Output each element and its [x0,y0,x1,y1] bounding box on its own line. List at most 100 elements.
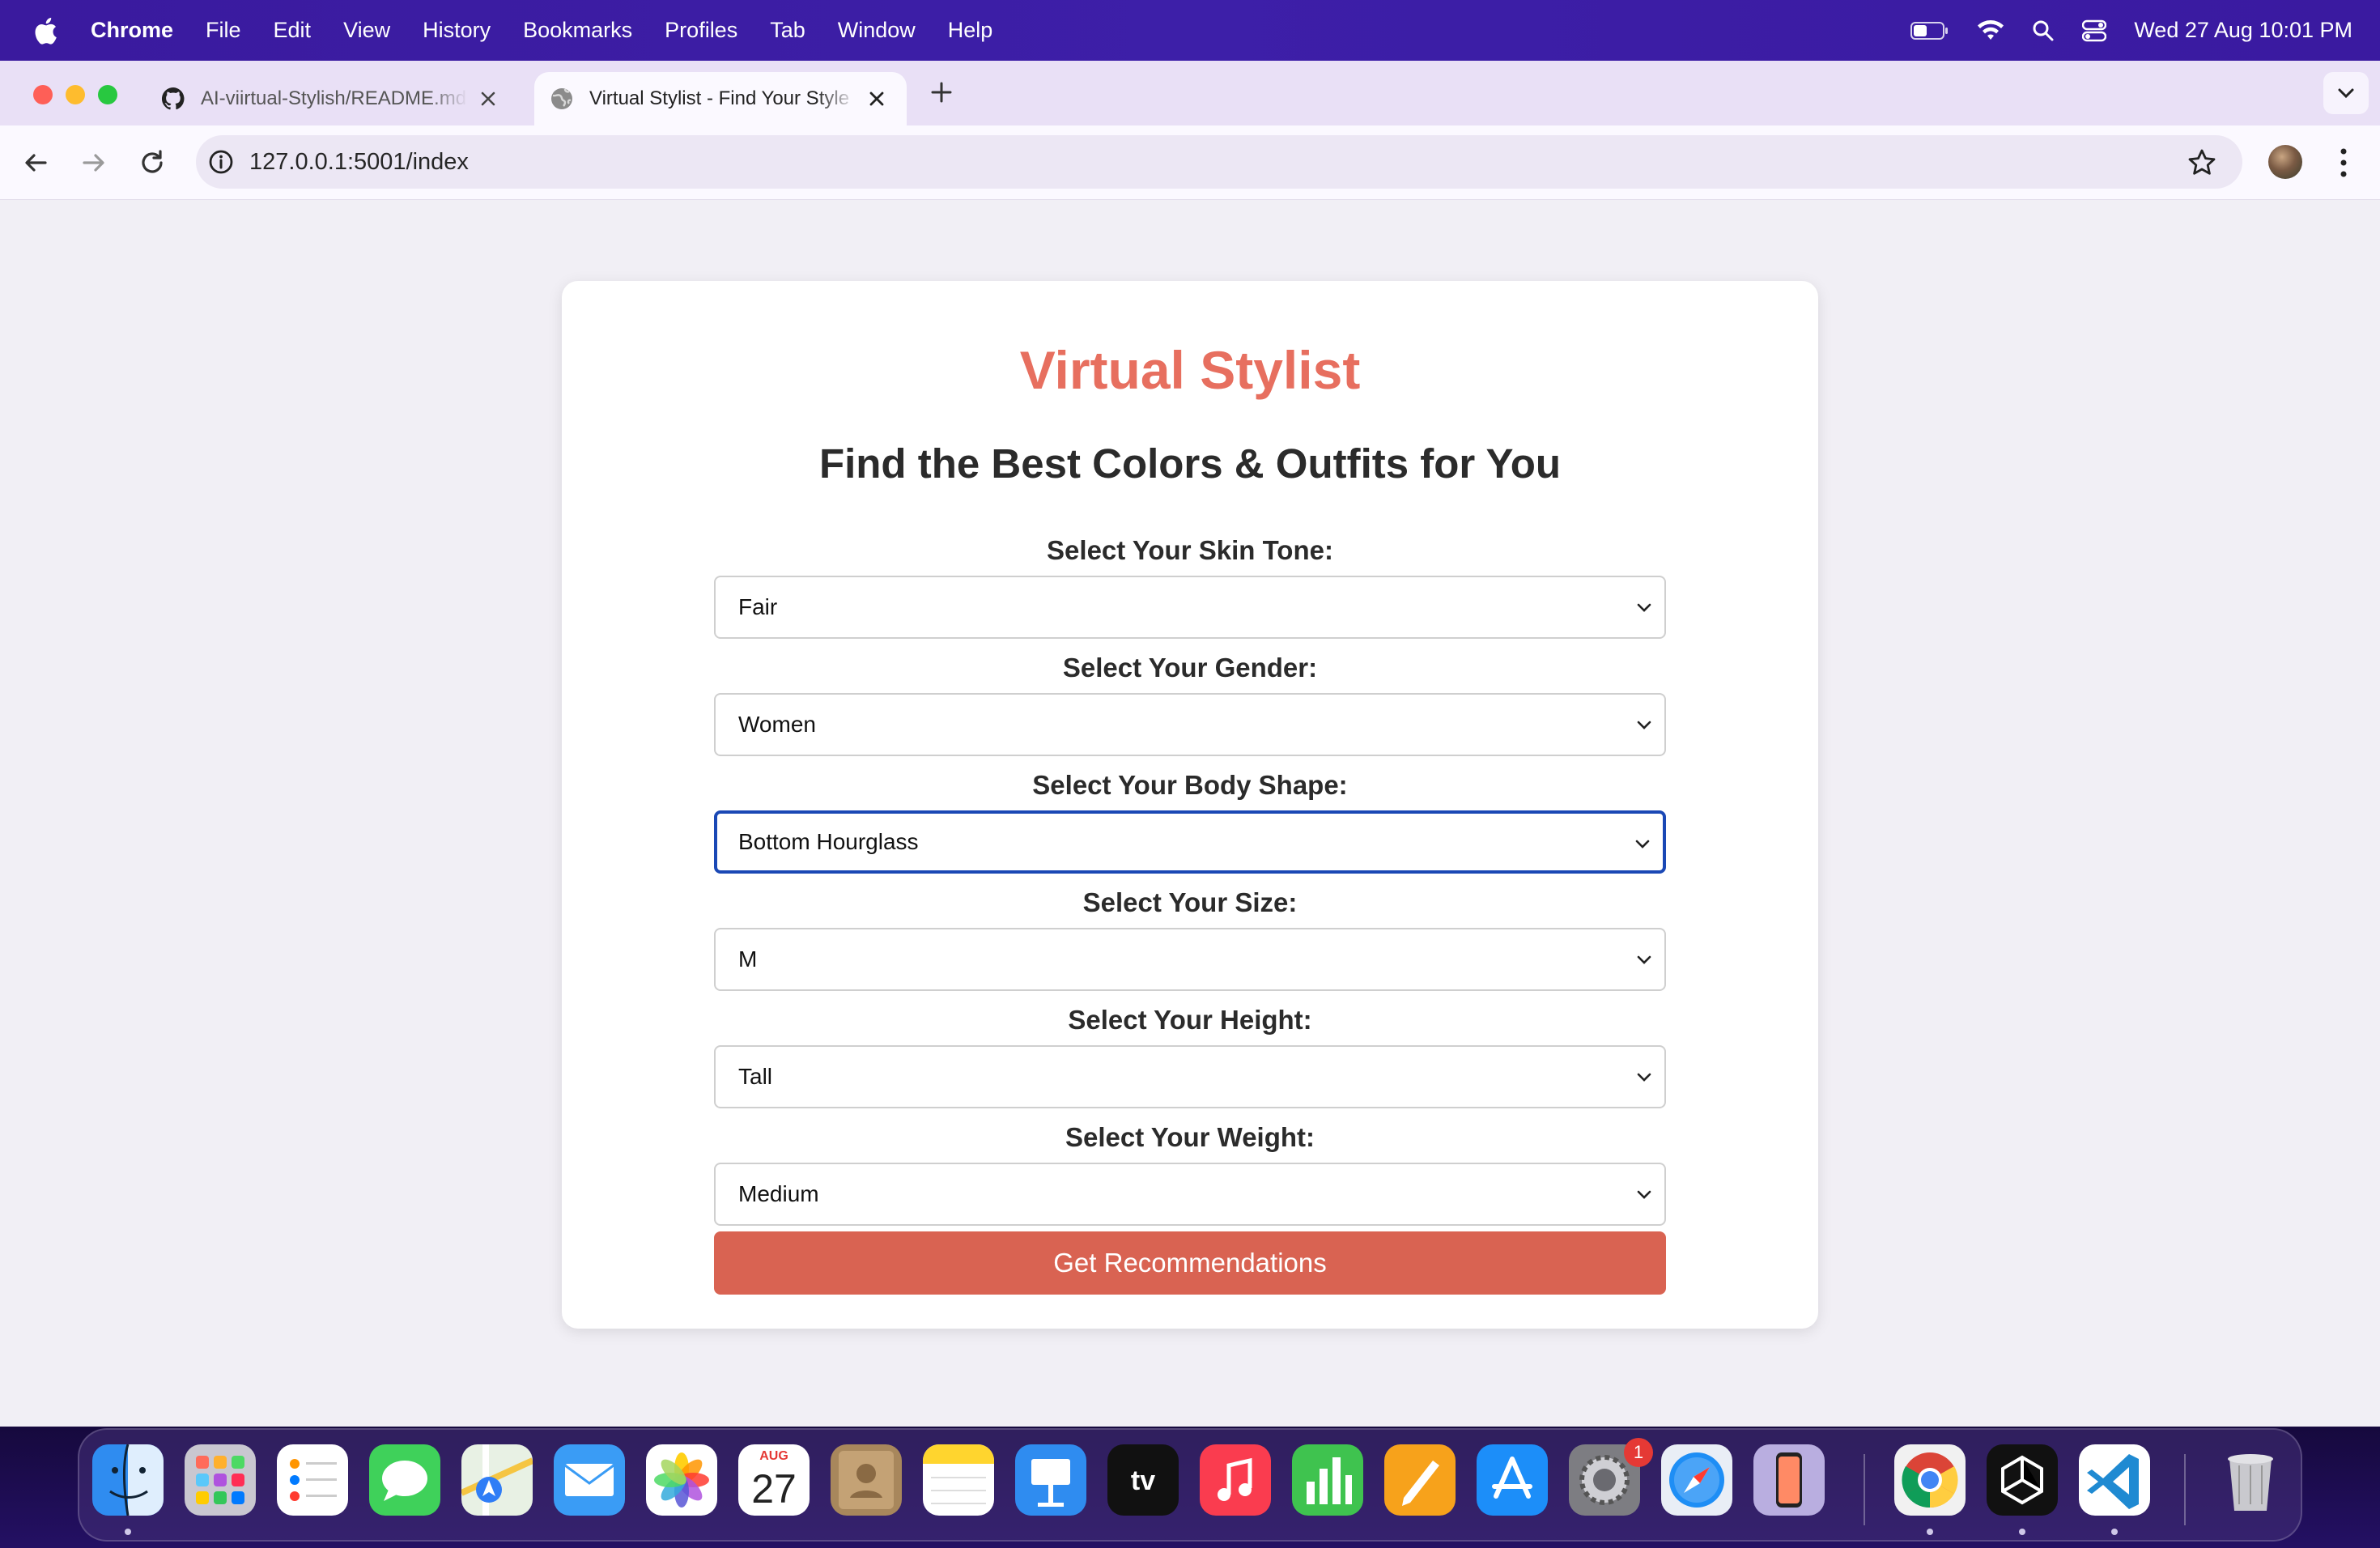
menu-window[interactable]: Window [838,18,916,43]
close-tab-icon[interactable] [866,88,887,109]
numbers-icon[interactable] [1292,1444,1363,1516]
running-indicator [2111,1529,2118,1535]
dock-separator [1864,1454,1865,1525]
address-bar[interactable]: 127.0.0.1:5001/index [196,135,2242,189]
size-value: M [738,946,758,972]
chevron-down-icon [1637,955,1651,964]
calendar-month: AUG [759,1449,788,1463]
bookmark-star-icon[interactable] [2187,148,2216,177]
apple-logo-icon[interactable] [31,15,58,46]
menu-profiles[interactable]: Profiles [665,18,737,43]
menu-history[interactable]: History [423,18,491,43]
profile-avatar[interactable] [2268,145,2302,179]
body-shape-value: Bottom Hourglass [738,829,919,854]
body-shape-select[interactable]: Bottom Hourglass [714,810,1666,874]
chevron-down-icon [1637,603,1651,612]
gender-select[interactable]: Women [714,693,1666,756]
notification-badge: 1 [1624,1438,1653,1467]
zoom-window-button[interactable] [98,85,117,104]
tab-title: AI-viirtual-Stylish/README.md [201,87,467,109]
tab-title: Virtual Stylist - Find Your Style [589,87,850,109]
menu-view[interactable]: View [343,18,390,43]
minimize-window-button[interactable] [66,85,85,104]
size-label: Select Your Size: [1082,887,1298,917]
globe-icon [551,88,572,109]
spotlight-search-icon[interactable] [2032,19,2055,42]
gender-value: Women [738,712,816,737]
skin-tone-select[interactable]: Fair [714,576,1666,639]
running-indicator [2019,1529,2025,1535]
site-info-icon[interactable] [207,148,235,176]
tab-readme[interactable]: AI-viirtual-Stylish/README.md [146,72,518,125]
chevron-down-icon [1637,1190,1651,1199]
pages-icon[interactable] [1384,1444,1456,1516]
menu-bar-clock[interactable]: Wed 27 Aug 10:01 PM [2134,18,2352,43]
browser-toolbar: 127.0.0.1:5001/index [0,125,2380,200]
running-indicator [125,1529,131,1535]
launchpad-icon[interactable] [185,1444,256,1516]
running-indicator [1927,1529,1933,1535]
close-tab-icon[interactable] [478,88,499,109]
music-icon[interactable] [1200,1444,1271,1516]
contacts-icon[interactable] [831,1444,902,1516]
calendar-day: 27 [751,1466,797,1512]
menu-edit[interactable]: Edit [274,18,312,43]
vscode-icon[interactable] [2079,1444,2150,1516]
get-recommendations-button[interactable]: Get Recommendations [714,1231,1666,1295]
height-select[interactable]: Tall [714,1045,1666,1108]
tab-strip: AI-viirtual-Stylish/README.md Virtual St… [0,61,2380,125]
weight-value: Medium [738,1181,819,1206]
wifi-icon[interactable] [1977,19,2004,41]
chevron-down-icon [1635,840,1650,848]
stylist-form-card: Virtual Stylist Find the Best Colors & O… [562,281,1818,1329]
chevron-down-icon [1637,1073,1651,1082]
maps-icon[interactable] [461,1444,533,1516]
finder-icon[interactable] [92,1444,164,1516]
mail-icon[interactable] [554,1444,625,1516]
photos-icon[interactable] [646,1444,717,1516]
body-shape-label: Select Your Body Shape: [1032,770,1348,800]
skin-tone-label: Select Your Skin Tone: [1047,535,1333,565]
notes-icon[interactable] [923,1444,994,1516]
skin-tone-value: Fair [738,594,778,619]
trash-icon[interactable] [2215,1444,2286,1516]
macos-menu-bar: Chrome File Edit View History Bookmarks … [0,0,2380,61]
reminders-icon[interactable] [277,1444,348,1516]
page-viewport: Virtual Stylist Find the Best Colors & O… [0,200,2380,1427]
tab-virtual-stylist[interactable]: Virtual Stylist - Find Your Style [534,72,907,125]
control-center-icon[interactable] [2082,19,2107,42]
new-tab-plus-icon[interactable] [929,80,954,104]
url-text: 127.0.0.1:5001/index [249,148,469,175]
size-select[interactable]: M [714,928,1666,991]
menu-bookmarks[interactable]: Bookmarks [523,18,632,43]
forward-arrow-icon[interactable] [78,147,110,179]
menu-file[interactable]: File [206,18,241,43]
apple-tv-label: tv [1130,1465,1156,1496]
close-window-button[interactable] [33,85,53,104]
calendar-icon[interactable]: AUG 27 [738,1444,810,1516]
page-subtitle: Find the Best Colors & Outfits for You [818,440,1562,487]
messages-icon[interactable] [369,1444,440,1516]
weight-select[interactable]: Medium [714,1163,1666,1226]
tab-search-button[interactable] [2323,72,2369,114]
keynote-icon[interactable] [1015,1444,1086,1516]
iphone-mirroring-icon[interactable] [1753,1444,1825,1516]
chrome-icon[interactable] [1894,1444,1966,1516]
height-label: Select Your Height: [1068,1005,1312,1035]
chrome-window: AI-viirtual-Stylish/README.md Virtual St… [0,61,2380,1427]
page-title: Virtual Stylist [1019,340,1361,400]
reload-icon[interactable] [136,147,168,179]
menu-help[interactable]: Help [948,18,993,43]
menu-app-name[interactable]: Chrome [91,18,173,43]
gender-label: Select Your Gender: [1062,653,1318,683]
battery-icon[interactable] [1910,21,1949,40]
back-arrow-icon[interactable] [19,147,52,179]
apple-tv-icon[interactable]: tv [1107,1444,1179,1516]
unity-icon[interactable] [1987,1444,2058,1516]
dock-separator [2184,1454,2186,1525]
more-options-icon[interactable] [2331,143,2356,182]
app-store-icon[interactable] [1477,1444,1548,1516]
chevron-down-icon [2338,88,2354,99]
menu-tab[interactable]: Tab [770,18,805,43]
safari-icon[interactable] [1661,1444,1732,1516]
